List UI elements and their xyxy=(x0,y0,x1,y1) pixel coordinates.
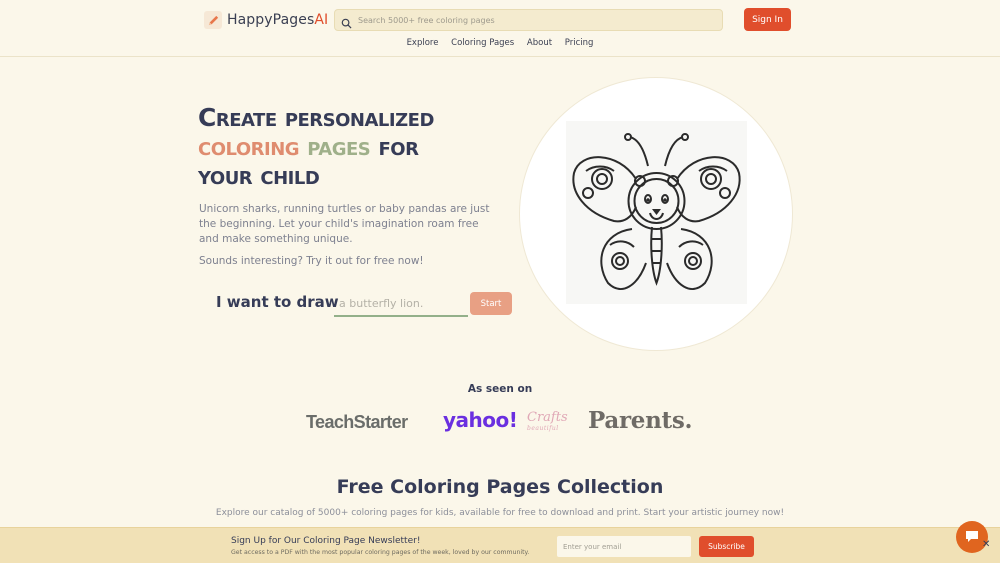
nav-coloring-pages[interactable]: Coloring Pages xyxy=(451,38,514,48)
draw-prompt-input[interactable] xyxy=(334,291,468,317)
collection-title: Free Coloring Pages Collection xyxy=(336,476,664,498)
as-seen-on-title: As seen on xyxy=(467,383,533,395)
subscribe-button[interactable]: Subscribe xyxy=(699,536,754,557)
teachstarter-logo: TeachStarter xyxy=(306,412,408,432)
search-bar[interactable] xyxy=(334,9,723,31)
collection-description: Explore our catalog of 5000+ coloring pa… xyxy=(215,508,785,518)
newsletter-title: Sign Up for Our Coloring Page Newsletter… xyxy=(231,536,421,546)
nav-explore[interactable]: Explore xyxy=(407,38,439,48)
site-header: HappyPagesAI Sign In Explore Coloring Pa… xyxy=(0,0,1000,57)
close-icon[interactable]: ✕ xyxy=(982,539,990,550)
butterfly-lion-illustration xyxy=(566,121,747,304)
hero-title-line3: your child xyxy=(198,161,320,190)
chat-icon xyxy=(965,528,979,547)
nav-about[interactable]: About xyxy=(527,38,552,48)
pencil-icon xyxy=(204,11,222,29)
newsletter-subtitle: Get access to a PDF with the most popula… xyxy=(231,549,530,556)
site-logo[interactable]: HappyPagesAI xyxy=(204,10,328,30)
search-icon xyxy=(341,14,353,29)
crafts-beautiful-logo: Crafts beautiful xyxy=(527,410,568,432)
start-button[interactable]: Start xyxy=(470,292,512,315)
parents-logo: Parents. xyxy=(588,407,693,434)
hero-description: Unicorn sharks, running turtles or baby … xyxy=(199,203,490,245)
hero-title: Create personalized coloring pages for y… xyxy=(198,103,518,190)
search-input[interactable] xyxy=(358,15,718,25)
draw-prompt-label: I want to draw xyxy=(216,293,339,311)
sign-in-button[interactable]: Sign In xyxy=(744,8,791,31)
logo-text: HappyPagesAI xyxy=(227,12,329,28)
main-nav: Explore Coloring Pages About Pricing xyxy=(0,38,1000,48)
hero-cta-text: Sounds interesting? Try it out for free … xyxy=(199,255,424,267)
newsletter-bar: Sign Up for Our Coloring Page Newsletter… xyxy=(0,527,1000,563)
hero-title-line2: coloring pages for xyxy=(198,132,419,161)
nav-pricing[interactable]: Pricing xyxy=(565,38,594,48)
newsletter-email-input[interactable] xyxy=(557,536,691,557)
yahoo-logo: yahoo! xyxy=(443,408,518,432)
hero-title-line1: Create personalized xyxy=(198,103,434,132)
